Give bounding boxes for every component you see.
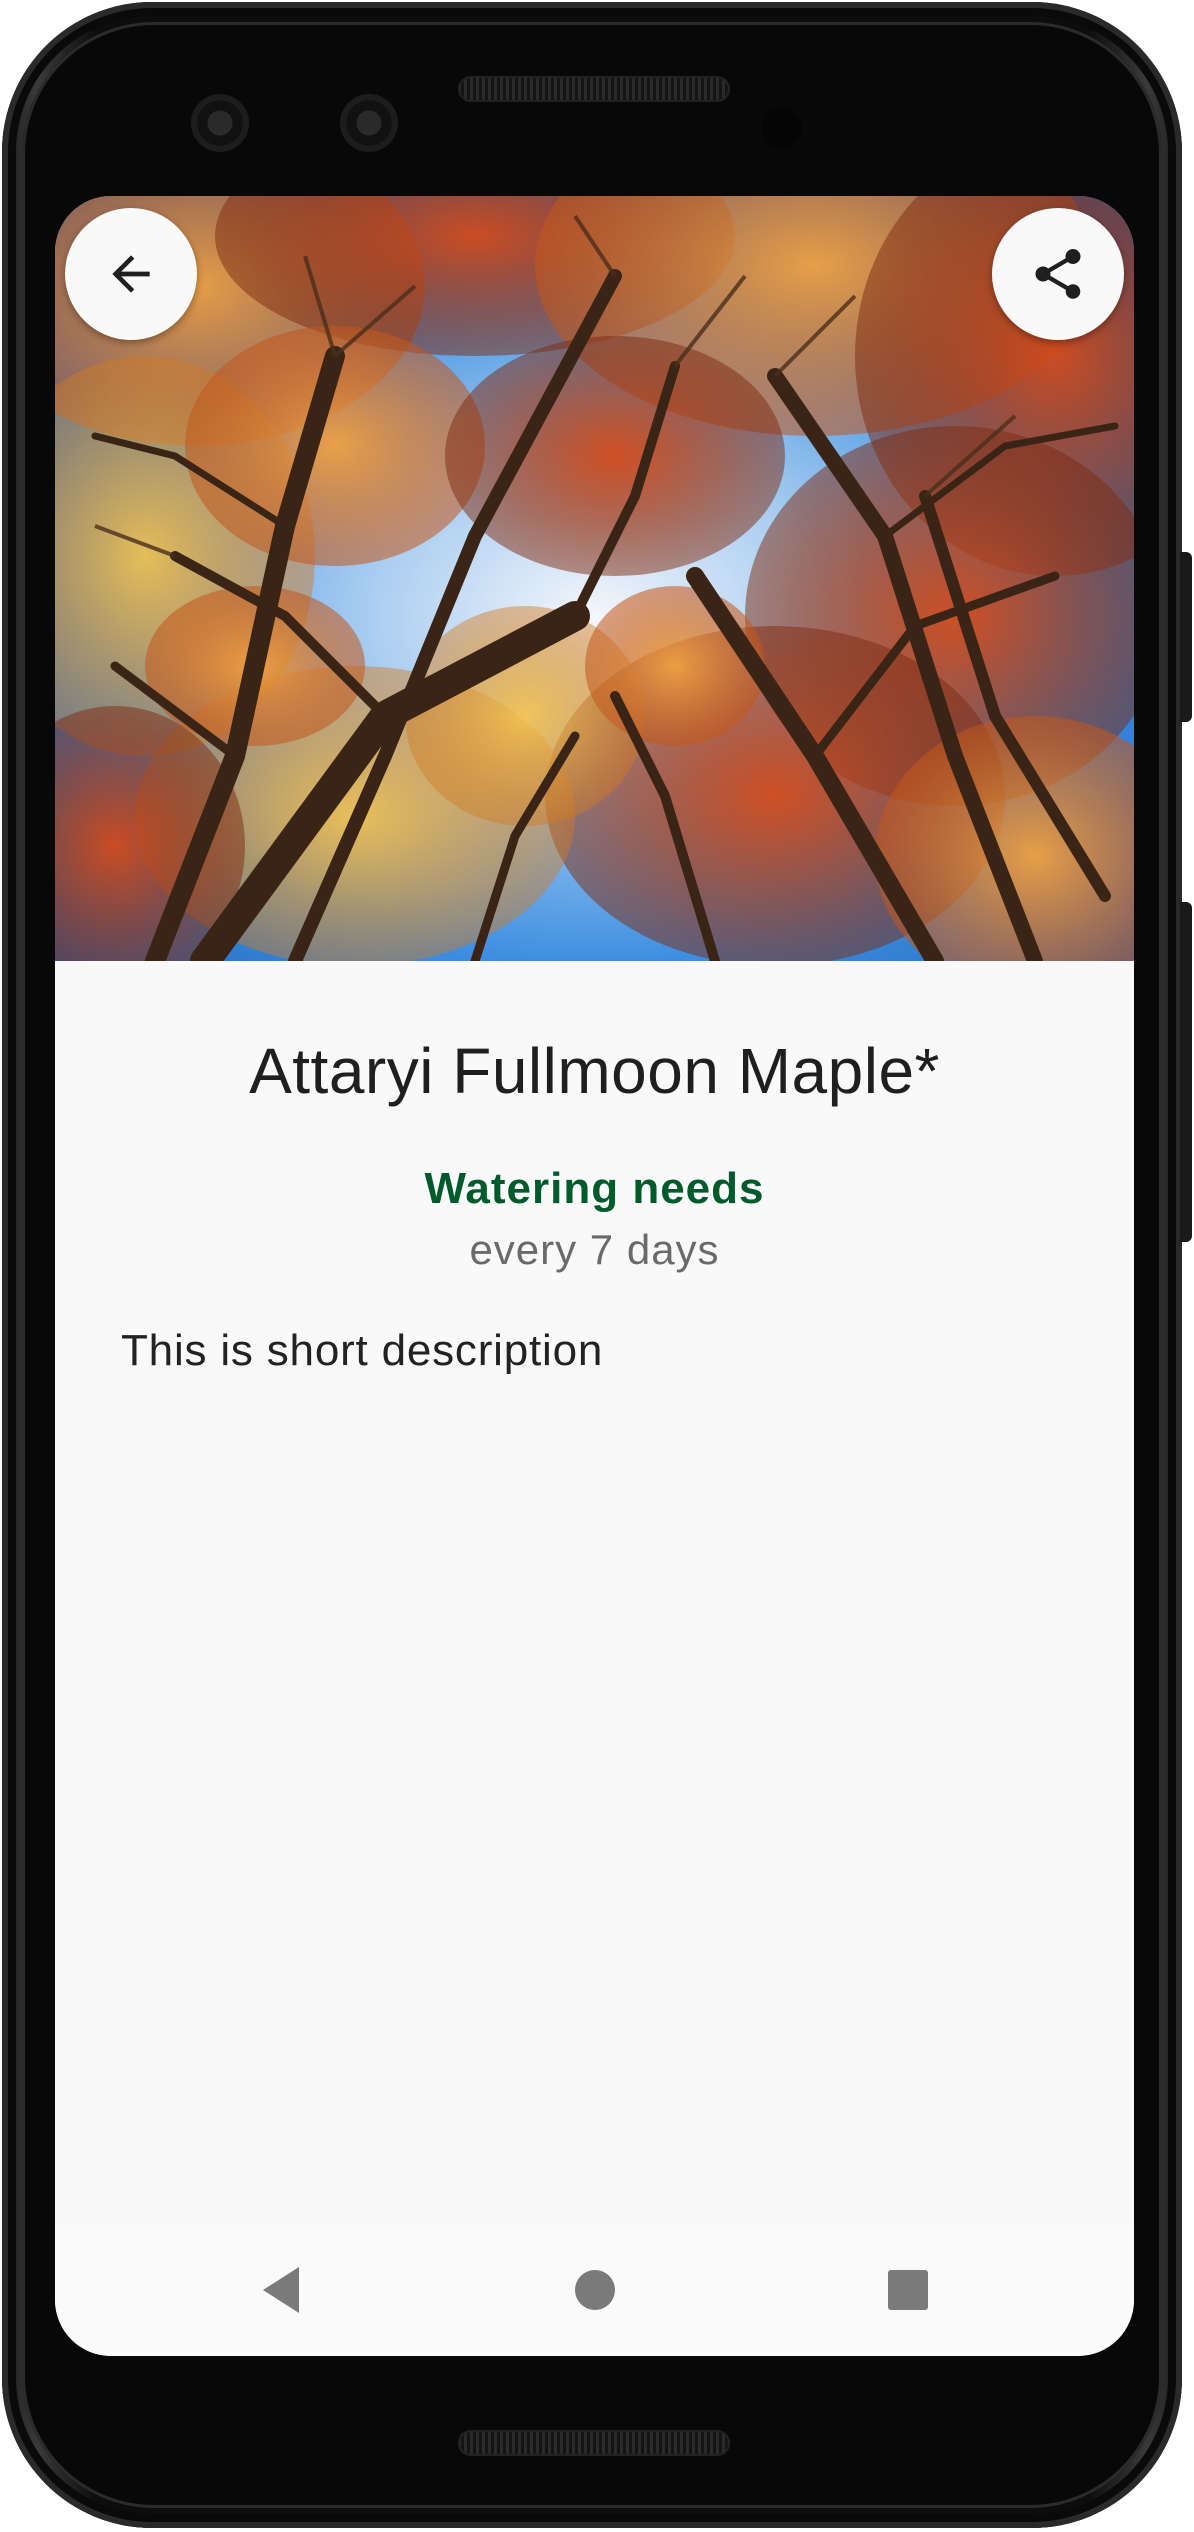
- earpiece-speaker: [458, 76, 730, 102]
- autumn-trees-photo: [55, 196, 1134, 961]
- plant-hero-image: [55, 196, 1134, 961]
- square-recents-icon: [888, 2270, 928, 2310]
- front-camera-icon: [340, 94, 398, 152]
- power-button: [1180, 552, 1192, 722]
- back-button[interactable]: [65, 208, 197, 340]
- triangle-back-icon: [263, 2267, 299, 2313]
- proximity-sensor: [762, 108, 802, 148]
- share-icon: [1035, 249, 1081, 299]
- circle-home-icon: [575, 2270, 615, 2310]
- plant-name: Attaryi Fullmoon Maple*: [249, 1035, 940, 1107]
- system-navigation-bar: [55, 2224, 1134, 2356]
- nav-home-button[interactable]: [515, 2224, 675, 2356]
- plant-description: This is short description: [121, 1326, 604, 1375]
- watering-label: Watering needs: [424, 1164, 765, 1213]
- bottom-speaker: [458, 2430, 730, 2456]
- nav-recents-button[interactable]: [828, 2224, 988, 2356]
- front-camera-icon: [191, 94, 249, 152]
- watering-value: every 7 days: [469, 1226, 720, 1273]
- app-screen: Attaryi Fullmoon Maple* Watering needs e…: [55, 196, 1134, 2356]
- share-button[interactable]: [992, 208, 1124, 340]
- volume-rocker: [1180, 902, 1192, 1242]
- nav-back-button[interactable]: [201, 2224, 361, 2356]
- arrow-left-icon: [112, 255, 150, 293]
